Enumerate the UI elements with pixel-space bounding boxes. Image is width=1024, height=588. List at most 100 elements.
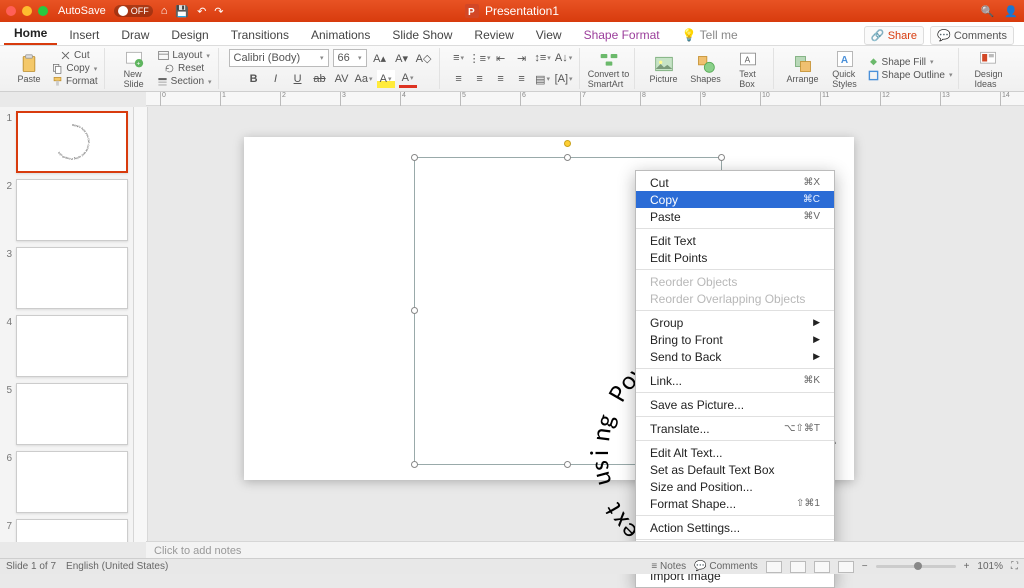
undo-icon[interactable]: ↶ [197,5,206,18]
home-icon[interactable]: ⌂ [161,5,168,17]
textbox-button[interactable]: AText Box [729,49,767,89]
ctx-default-textbox[interactable]: Set as Default Text Box [636,461,834,478]
cut-button[interactable]: Cut [60,50,90,61]
align-right-button[interactable]: ≡ [492,70,510,88]
picture-button[interactable]: Picture [645,49,683,89]
align-left-button[interactable]: ≡ [450,70,468,88]
new-slide-button[interactable]: +New Slide [115,49,153,89]
share-button[interactable]: 🔗 Share [864,26,924,45]
columns-button[interactable]: ▤▾ [534,70,552,88]
user-account-icon[interactable]: 👤 [1004,5,1018,18]
clear-format-icon[interactable]: A◇ [415,49,433,67]
indent-left-button[interactable]: ⇤ [492,49,510,67]
shape-fill-button[interactable]: Shape Fill▾ [868,57,934,68]
ctx-edit-alt[interactable]: Edit Alt Text... [636,444,834,461]
redo-icon[interactable]: ↷ [214,5,223,18]
slideshow-view-button[interactable] [838,561,854,573]
thumbnail-1[interactable]: Here's how you can curve text using Powe… [16,111,128,173]
resize-handle-l[interactable] [411,307,418,314]
save-icon[interactable]: 💾 [175,5,189,18]
bullets-button[interactable]: ≡▾ [450,49,468,67]
notes-toggle[interactable]: ≡ Notes [651,561,686,572]
maximize-window-icon[interactable] [38,6,48,16]
increase-font-icon[interactable]: A▴ [371,49,389,67]
tellme-search[interactable]: 💡 Tell me [672,24,748,45]
highlight-button[interactable]: A▾ [377,70,395,88]
thumbnail-3[interactable] [16,247,128,309]
ctx-paste[interactable]: Paste⌘V [636,208,834,225]
close-window-icon[interactable] [6,6,16,16]
indent-right-button[interactable]: ⇥ [513,49,531,67]
shape-outline-button[interactable]: Shape Outline▾ [868,70,953,81]
thumbnail-6[interactable] [16,451,128,513]
section-button[interactable]: Section▾ [157,76,212,87]
italic-button[interactable]: I [267,70,285,88]
slide-canvas-area[interactable]: Here's how you can curve text using Powe… [134,107,1024,542]
language-indicator[interactable]: English (United States) [66,561,168,572]
thumbnail-2[interactable] [16,179,128,241]
fit-to-window-button[interactable]: ⛶ [1011,561,1018,572]
tab-home[interactable]: Home [4,22,57,45]
arrange-button[interactable]: Arrange [784,49,822,89]
tab-insert[interactable]: Insert [59,24,109,45]
tab-design[interactable]: Design [161,24,218,45]
quick-styles-button[interactable]: AQuick Styles [826,49,864,89]
char-spacing-button[interactable]: Aa▾ [355,70,373,88]
tab-shape-format[interactable]: Shape Format [574,24,670,45]
underline-button[interactable]: U [289,70,307,88]
autosave-toggle[interactable]: OFF [114,5,153,17]
sorter-view-button[interactable] [790,561,806,573]
resize-handle-tr[interactable] [718,154,725,161]
convert-smartart-button[interactable]: Convert to SmartArt [590,49,628,89]
align-text-button[interactable]: [A]▾ [555,70,573,88]
font-name-dropdown[interactable]: Calibri (Body)▾ [229,49,329,67]
ctx-bring-front[interactable]: Bring to Front▶ [636,331,834,348]
thumbnail-4[interactable] [16,315,128,377]
ctx-cut[interactable]: Cut⌘X [636,174,834,191]
ctx-format-shape[interactable]: Format Shape...⇧⌘1 [636,495,834,512]
resize-handle-b[interactable] [564,461,571,468]
reset-button[interactable]: Reset [164,63,204,74]
normal-view-button[interactable] [766,561,782,573]
zoom-level[interactable]: 101% [977,561,1003,572]
resize-handle-tl[interactable] [411,154,418,161]
shadow-button[interactable]: AV [333,70,351,88]
ctx-translate[interactable]: Translate...⌥⇧⌘T [636,420,834,437]
zoom-out-button[interactable]: − [862,561,868,572]
resize-handle-bl[interactable] [411,461,418,468]
font-color-button[interactable]: A▾ [399,70,417,88]
zoom-in-button[interactable]: + [964,561,970,572]
justify-button[interactable]: ≡ [513,70,531,88]
ctx-copy[interactable]: Copy⌘C [636,191,834,208]
resize-handle-t[interactable] [564,154,571,161]
thumbnail-7[interactable]: WHAT'S THE DIFFER [16,519,128,542]
ctx-action-settings[interactable]: Action Settings... [636,519,834,536]
bold-button[interactable]: B [245,70,263,88]
tab-slideshow[interactable]: Slide Show [382,24,462,45]
reading-view-button[interactable] [814,561,830,573]
ctx-edit-text[interactable]: Edit Text [636,232,834,249]
ctx-link[interactable]: Link...⌘K [636,372,834,389]
design-ideas-button[interactable]: Design Ideas [969,49,1007,89]
numbering-button[interactable]: ⋮≡▾ [471,49,489,67]
thumbnail-5[interactable] [16,383,128,445]
font-size-dropdown[interactable]: 66▾ [333,49,367,67]
ctx-group[interactable]: Group▶ [636,314,834,331]
zoom-slider[interactable] [876,565,956,568]
rotate-handle[interactable] [564,140,571,147]
ctx-save-picture[interactable]: Save as Picture... [636,396,834,413]
comments-toggle[interactable]: 💬 Comments [694,561,758,572]
layout-button[interactable]: Layout▾ [158,50,210,61]
ctx-edit-points[interactable]: Edit Points [636,249,834,266]
tab-transitions[interactable]: Transitions [221,24,299,45]
tab-review[interactable]: Review [464,24,523,45]
line-spacing-button[interactable]: ↕≡▾ [534,49,552,67]
format-painter-button[interactable]: Format [52,76,98,87]
align-center-button[interactable]: ≡ [471,70,489,88]
ctx-send-back[interactable]: Send to Back▶ [636,348,834,365]
copy-button[interactable]: Copy▾ [52,63,97,74]
strike-button[interactable]: ab [311,70,329,88]
search-icon[interactable]: 🔍 [981,5,995,18]
ctx-size-position[interactable]: Size and Position... [636,478,834,495]
paste-button[interactable]: Paste [10,49,48,89]
